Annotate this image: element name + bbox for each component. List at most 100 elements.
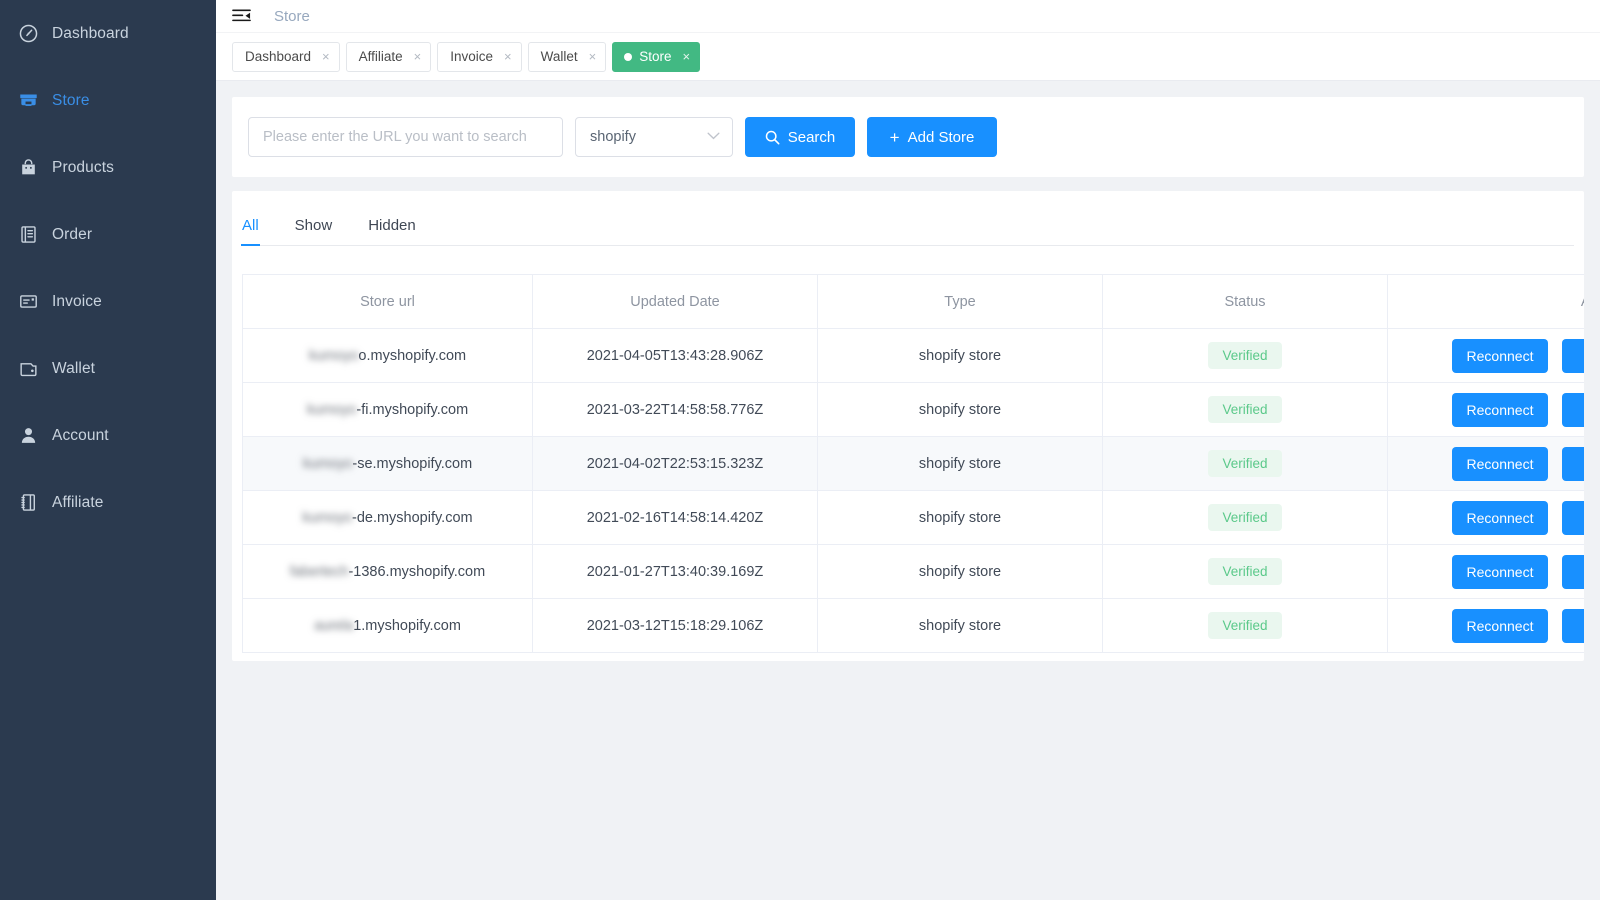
cell-updated-date: 2021-02-16T14:58:14.420Z bbox=[532, 490, 818, 545]
platform-select[interactable]: shopify bbox=[575, 117, 733, 157]
cell-action: Reconnect Hide bbox=[1387, 598, 1584, 653]
close-icon[interactable]: × bbox=[504, 50, 512, 63]
reconnect-button[interactable]: Reconnect bbox=[1452, 392, 1548, 427]
table-scroll-area[interactable]: Store url Updated Date Type Status Actio… bbox=[232, 246, 1584, 653]
cell-updated-date: 2021-04-05T13:43:28.906Z bbox=[532, 328, 818, 383]
redacted-store-name: aurela bbox=[314, 617, 354, 634]
sidebar-item-store[interactable]: Store bbox=[0, 67, 216, 134]
cell-status: Verified bbox=[1102, 382, 1388, 437]
search-panel: shopify Search + Add bbox=[232, 97, 1584, 177]
active-dot-icon bbox=[624, 52, 633, 61]
cell-store-url: kumoyoo.myshopify.com bbox=[242, 328, 533, 383]
hide-button[interactable]: Hide bbox=[1562, 338, 1584, 373]
sidebar-item-label: Wallet bbox=[52, 359, 96, 377]
sidebar-item-label: Store bbox=[52, 91, 90, 109]
close-icon[interactable]: × bbox=[589, 50, 597, 63]
store-url-suffix: -fi.myshopify.com bbox=[356, 401, 469, 418]
order-list-icon bbox=[14, 223, 48, 247]
table-row[interactable]: kumoyoo.myshopify.com 2021-04-05T13:43:2… bbox=[242, 328, 1584, 383]
tab-show[interactable]: Show bbox=[295, 217, 333, 245]
status-badge: Verified bbox=[1208, 611, 1282, 640]
hide-button[interactable]: Hide bbox=[1562, 446, 1584, 481]
store-url-suffix: 1.myshopify.com bbox=[353, 617, 461, 634]
sidebar-item-order[interactable]: Order bbox=[0, 201, 216, 268]
cell-action: Reconnect Hide bbox=[1387, 544, 1584, 599]
sidebar-item-affiliate[interactable]: Affiliate bbox=[0, 469, 216, 536]
sidebar-item-products[interactable]: Products bbox=[0, 134, 216, 201]
close-icon[interactable]: × bbox=[322, 50, 330, 63]
hide-button[interactable]: Hide bbox=[1562, 392, 1584, 427]
search-button[interactable]: Search bbox=[745, 117, 855, 157]
cell-status: Verified bbox=[1102, 598, 1388, 653]
hide-button[interactable]: Hide bbox=[1562, 554, 1584, 589]
table-row[interactable]: kumoyo-se.myshopify.com 2021-04-02T22:53… bbox=[242, 436, 1584, 491]
reconnect-button[interactable]: Reconnect bbox=[1452, 338, 1548, 373]
tab-invoice[interactable]: Invoice × bbox=[437, 41, 522, 72]
cell-store-url: kumoyo-se.myshopify.com bbox=[242, 436, 533, 491]
tab-label: Wallet bbox=[540, 49, 578, 64]
cell-action: Reconnect Hide bbox=[1387, 382, 1584, 437]
sidebar-item-label: Account bbox=[52, 426, 109, 444]
filter-tab-label: Show bbox=[294, 217, 333, 234]
column-header-updated-date: Updated Date bbox=[532, 274, 818, 329]
search-input[interactable] bbox=[248, 117, 563, 157]
reconnect-button[interactable]: Reconnect bbox=[1452, 500, 1548, 535]
close-icon[interactable]: × bbox=[414, 50, 422, 63]
filter-tab-label: Hidden bbox=[368, 217, 416, 234]
cell-store-url: kumoyo-fi.myshopify.com bbox=[242, 382, 533, 437]
sidebar-item-invoice[interactable]: Invoice bbox=[0, 268, 216, 335]
column-header-type: Type bbox=[817, 274, 1103, 329]
app-root: Dashboard Store Products Order Invoice W… bbox=[0, 0, 1600, 900]
status-badge: Verified bbox=[1208, 503, 1282, 532]
reconnect-button[interactable]: Reconnect bbox=[1452, 608, 1548, 643]
add-store-button-label: Add Store bbox=[907, 128, 975, 146]
table-body: kumoyoo.myshopify.com 2021-04-05T13:43:2… bbox=[242, 328, 1584, 653]
platform-select-value: shopify bbox=[590, 129, 636, 145]
status-badge: Verified bbox=[1208, 395, 1282, 424]
tab-dashboard[interactable]: Dashboard × bbox=[232, 41, 340, 72]
search-icon bbox=[765, 130, 780, 145]
breadcrumb: Store bbox=[274, 7, 310, 25]
tab-wallet[interactable]: Wallet × bbox=[527, 41, 607, 72]
tab-hidden[interactable]: Hidden bbox=[368, 217, 416, 245]
store-list-panel: All Show Hidden Store url Updated Date T… bbox=[232, 191, 1584, 661]
cell-type: shopify store bbox=[817, 382, 1103, 437]
sidebar-item-account[interactable]: Account bbox=[0, 402, 216, 469]
main-area: Store Dashboard × Affiliate × Invoice × … bbox=[216, 0, 1600, 900]
redacted-store-name: kumoyo bbox=[302, 455, 353, 472]
add-store-button[interactable]: + Add Store bbox=[867, 117, 997, 157]
affiliate-book-icon bbox=[14, 491, 48, 515]
store-table: Store url Updated Date Type Status Actio… bbox=[242, 274, 1584, 653]
reconnect-button[interactable]: Reconnect bbox=[1452, 446, 1548, 481]
store-url-suffix: o.myshopify.com bbox=[358, 347, 467, 364]
menu-fold-icon[interactable] bbox=[228, 5, 254, 27]
cell-updated-date: 2021-03-12T15:18:29.106Z bbox=[532, 598, 818, 653]
cell-store-url: kumoyo-de.myshopify.com bbox=[242, 490, 533, 545]
content-region: shopify Search + Add bbox=[216, 81, 1600, 900]
redacted-store-name: kumoyo bbox=[302, 509, 352, 526]
cell-action: Reconnect Hide bbox=[1387, 328, 1584, 383]
tab-store[interactable]: Store × bbox=[612, 41, 701, 72]
column-header-store-url: Store url bbox=[242, 274, 533, 329]
hide-button[interactable]: Hide bbox=[1562, 500, 1584, 535]
plus-icon: + bbox=[889, 127, 900, 147]
table-row[interactable]: kumoyo-de.myshopify.com 2021-02-16T14:58… bbox=[242, 490, 1584, 545]
sidebar-item-dashboard[interactable]: Dashboard bbox=[0, 0, 216, 67]
reconnect-button[interactable]: Reconnect bbox=[1452, 554, 1548, 589]
bag-icon bbox=[14, 156, 48, 180]
table-row[interactable]: fabertech-1386.myshopify.com 2021-01-27T… bbox=[242, 544, 1584, 599]
sidebar-item-wallet[interactable]: Wallet bbox=[0, 335, 216, 402]
close-icon[interactable]: × bbox=[683, 50, 691, 63]
tab-all[interactable]: All bbox=[241, 217, 260, 246]
hide-button[interactable]: Hide bbox=[1562, 608, 1584, 643]
table-row[interactable]: kumoyo-fi.myshopify.com 2021-03-22T14:58… bbox=[242, 382, 1584, 437]
status-badge: Verified bbox=[1208, 557, 1282, 586]
user-icon bbox=[14, 424, 48, 448]
sidebar-item-label: Dashboard bbox=[52, 24, 129, 42]
column-header-action: Action bbox=[1387, 274, 1584, 329]
table-row[interactable]: aurela1.myshopify.com 2021-03-12T15:18:2… bbox=[242, 598, 1584, 653]
tab-affiliate[interactable]: Affiliate × bbox=[345, 41, 432, 72]
cell-type: shopify store bbox=[817, 436, 1103, 491]
status-badge: Verified bbox=[1208, 449, 1282, 478]
store-url-suffix: -se.myshopify.com bbox=[352, 455, 473, 472]
